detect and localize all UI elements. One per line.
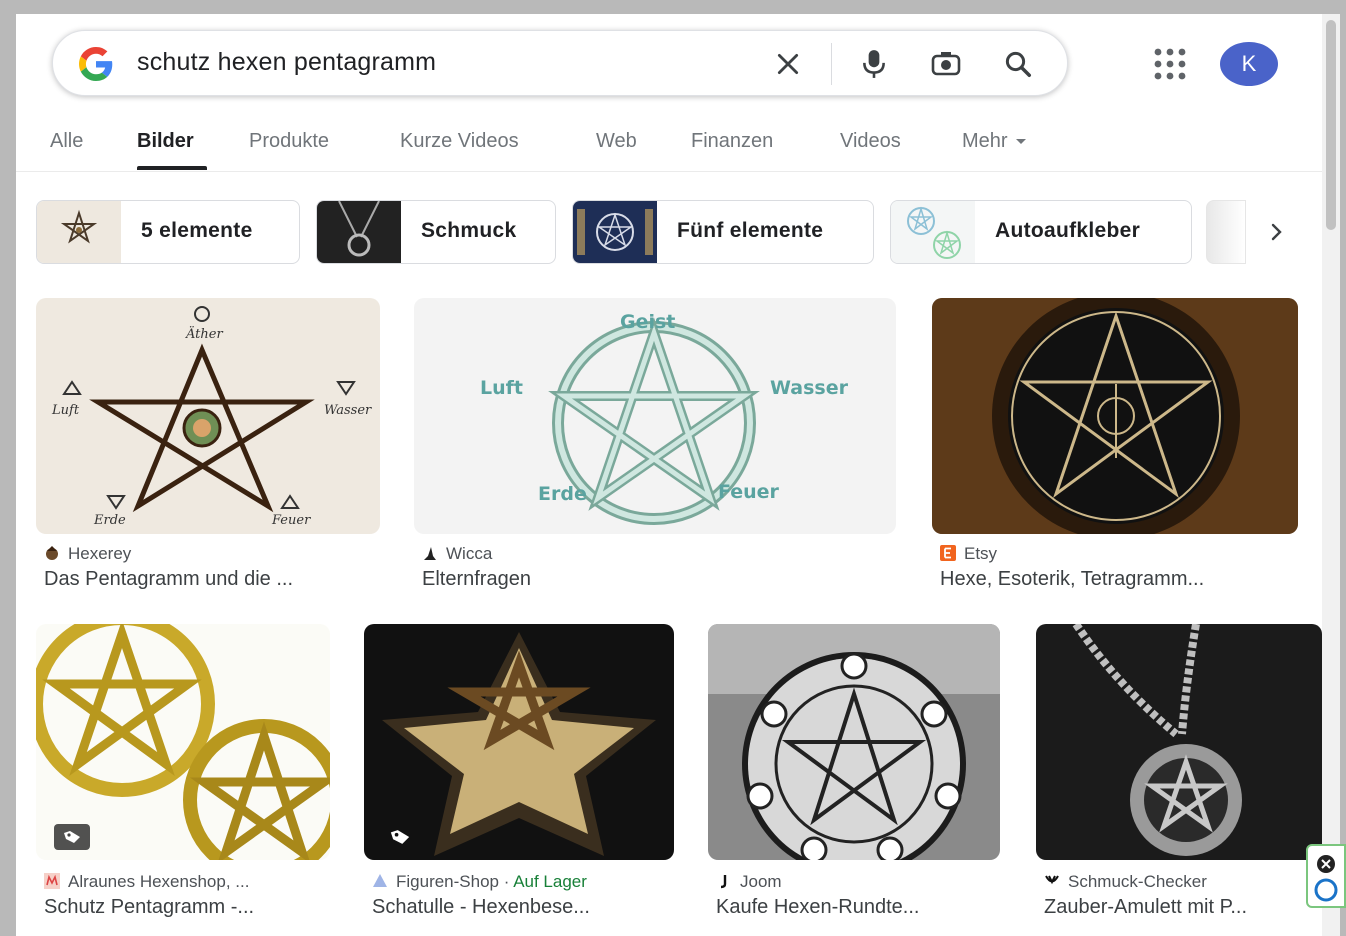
result-source-label: Hexerey: [68, 544, 132, 563]
figuren-shop-favicon-icon: [373, 874, 387, 887]
result-title[interactable]: Kaufe Hexen-Rundte...: [716, 896, 996, 919]
chip-thumbnail-necklace: [317, 201, 401, 263]
alraunes-favicon-icon: [44, 873, 60, 889]
tab-finanzen[interactable]: Finanzen: [691, 130, 773, 153]
chevron-right-icon[interactable]: [1258, 214, 1294, 250]
chip-label: Autoaufkleber: [995, 219, 1141, 242]
tab-web[interactable]: Web: [596, 130, 637, 153]
schmuck-checker-favicon-icon: [1045, 875, 1059, 885]
chip-label: Schmuck: [421, 219, 517, 242]
image-result-card[interactable]: Schmuck-Checker Zauber-Amulett mit P...: [1036, 624, 1322, 936]
search-bar[interactable]: schutz hexen pentagramm: [52, 30, 1068, 96]
image-result-card[interactable]: Äther Luft Wasser Erde Feuer Hexerey Das…: [36, 298, 380, 598]
extension-widget-icon: [1314, 855, 1338, 902]
image-label-feuer: Feuer: [718, 481, 780, 503]
image-label-erde: Erde: [93, 513, 126, 528]
result-source[interactable]: Hexerey: [44, 544, 131, 564]
wicca-favicon-icon: [424, 547, 436, 560]
image-label-luft: Luft: [51, 403, 80, 418]
account-avatar[interactable]: K: [1220, 42, 1278, 86]
chip-next-partial: [1206, 200, 1322, 264]
result-image-tetragrammaton[interactable]: [932, 298, 1298, 534]
image-label-luft: Luft: [480, 377, 523, 399]
search-input[interactable]: schutz hexen pentagramm: [137, 48, 436, 77]
image-result-card[interactable]: Figuren-Shop · Auf Lager Schatulle - Hex…: [364, 624, 674, 936]
chip-faded-thumbnail: [1206, 200, 1246, 264]
result-image-wicca-pentagram[interactable]: Geist Luft Wasser Erde Feuer: [414, 298, 896, 534]
joom-favicon-icon: [720, 875, 727, 889]
result-title[interactable]: Hexe, Esoterik, Tetragramm...: [940, 568, 1290, 591]
etsy-favicon-icon: [940, 545, 956, 561]
tab-bilder[interactable]: Bilder: [137, 130, 194, 153]
chip-label: 5 elemente: [141, 219, 253, 242]
result-title[interactable]: Elternfragen: [422, 568, 882, 591]
tab-produkte[interactable]: Produkte: [249, 130, 329, 153]
image-label-feuer: Feuer: [271, 513, 311, 528]
result-source-label: Joom: [740, 872, 782, 891]
in-stock-label: Auf Lager: [513, 872, 587, 891]
result-source-label: Etsy: [964, 544, 998, 563]
search-tabs: Alle Bilder Produkte Kurze Videos Web Fi…: [16, 126, 1322, 172]
shopping-tag-icon: [382, 824, 418, 850]
chip-5-elemente[interactable]: 5 elemente: [36, 200, 300, 264]
shopping-tag-icon: [54, 824, 90, 850]
active-tab-indicator: [137, 166, 207, 170]
image-label-wasser: Wasser: [324, 403, 372, 418]
apps-grid-icon[interactable]: [1152, 46, 1188, 82]
chip-thumbnail-pentagram-blue: [573, 201, 657, 263]
clear-icon[interactable]: [769, 45, 807, 83]
image-result-card[interactable]: Joom Kaufe Hexen-Rundte...: [708, 624, 1000, 936]
result-title[interactable]: Schatulle - Hexenbese...: [372, 896, 670, 919]
chip-label: Fünf elemente: [677, 219, 824, 242]
result-source[interactable]: Wicca: [422, 544, 492, 564]
chip-autoaufkleber[interactable]: Autoaufkleber: [890, 200, 1192, 264]
result-source[interactable]: Etsy: [940, 544, 997, 564]
source-separator: ·: [499, 872, 514, 891]
browser-viewport: schutz hexen pentagramm K Alle Bilder Pr…: [16, 14, 1322, 936]
chip-schmuck[interactable]: Schmuck: [316, 200, 556, 264]
chip-fuenf-elemente[interactable]: Fünf elemente: [572, 200, 874, 264]
result-title[interactable]: Zauber-Amulett mit P...: [1044, 896, 1320, 919]
hexerey-favicon-icon: [46, 546, 58, 560]
chip-thumbnail-pentagram: [37, 201, 121, 263]
image-label-geist: Geist: [620, 311, 675, 333]
result-source[interactable]: Alraunes Hexenshop, ...: [44, 872, 249, 892]
result-image-round-rug[interactable]: [708, 624, 1000, 860]
tab-mehr-label: Mehr: [962, 130, 1008, 152]
result-source[interactable]: Schmuck-Checker: [1044, 872, 1207, 892]
image-result-card[interactable]: Geist Luft Wasser Erde Feuer Wicca Elter…: [414, 298, 896, 598]
tab-kurze-videos[interactable]: Kurze Videos: [400, 130, 519, 153]
result-source-label: Alraunes Hexenshop, ...: [68, 872, 250, 891]
dropdown-caret-icon: [1015, 139, 1026, 145]
image-result-card[interactable]: Alraunes Hexenshop, ... Schutz Pentagram…: [36, 624, 330, 936]
image-label-wasser: Wasser: [770, 377, 849, 399]
image-label-aether: Äther: [185, 325, 223, 342]
image-label-erde: Erde: [538, 483, 587, 505]
extension-widget[interactable]: [1306, 844, 1346, 908]
image-result-card[interactable]: Etsy Hexe, Esoterik, Tetragramm...: [932, 298, 1298, 598]
result-source[interactable]: Figuren-Shop · Auf Lager: [372, 872, 587, 892]
tab-mehr[interactable]: Mehr: [962, 130, 1026, 153]
page-scrollbar[interactable]: [1322, 14, 1340, 936]
tab-alle[interactable]: Alle: [50, 130, 83, 153]
result-source-label: Figuren-Shop: [396, 872, 500, 891]
microphone-icon[interactable]: [855, 45, 893, 83]
result-source-label: Wicca: [446, 544, 493, 563]
result-title[interactable]: Schutz Pentagramm -...: [44, 896, 326, 919]
result-image-elements-pentagram[interactable]: Äther Luft Wasser Erde Feuer: [36, 298, 380, 534]
result-source-label: Schmuck-Checker: [1068, 872, 1207, 891]
google-logo-icon[interactable]: [79, 47, 113, 81]
search-icon[interactable]: [999, 45, 1037, 83]
tab-videos[interactable]: Videos: [840, 130, 901, 153]
chip-thumbnail-stickers: [891, 201, 975, 263]
result-image-amulet[interactable]: [1036, 624, 1322, 860]
camera-lens-icon[interactable]: [927, 45, 965, 83]
result-title[interactable]: Das Pentagramm und die ...: [44, 568, 374, 591]
search-divider: [831, 43, 832, 85]
result-source[interactable]: Joom: [716, 872, 782, 892]
scrollbar-thumb[interactable]: [1326, 20, 1336, 230]
